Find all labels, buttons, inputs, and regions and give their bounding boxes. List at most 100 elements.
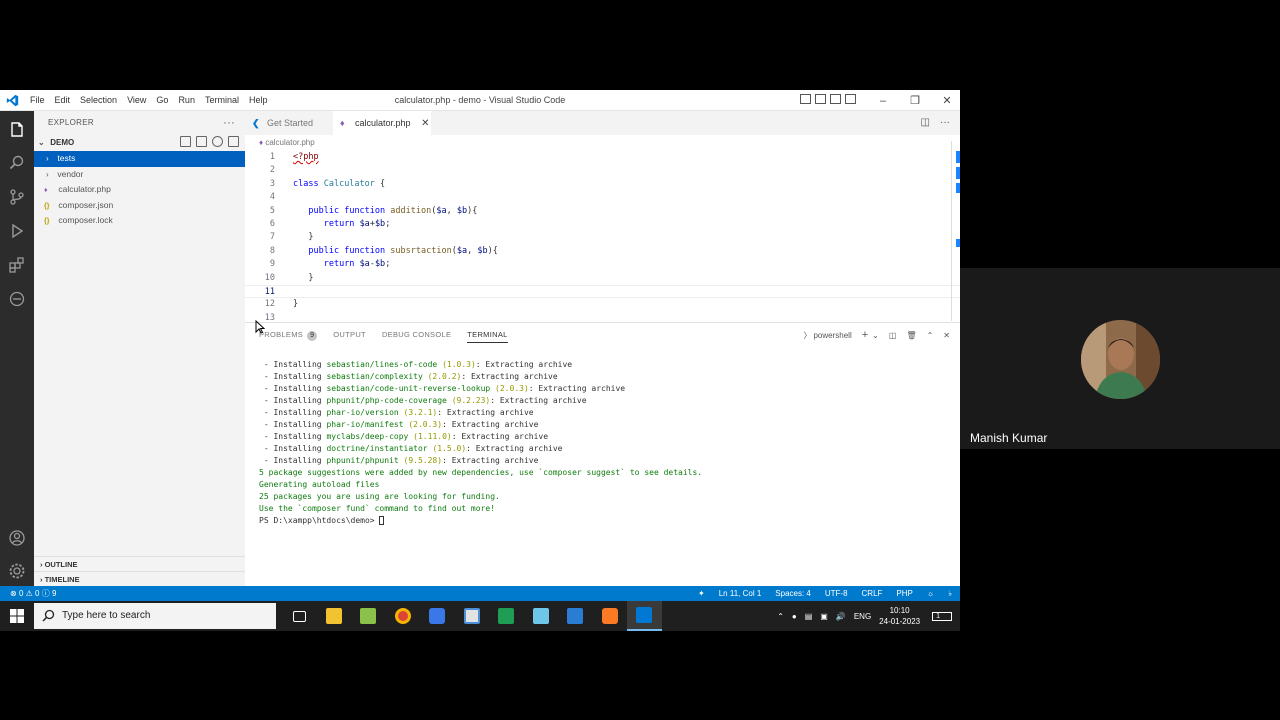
windows-taskbar: Type here to search ⌃ ● ▤ ▣ 🔊 ENG 10:10 …	[0, 601, 960, 631]
encoding[interactable]: UTF-8	[825, 586, 848, 601]
tree-item-tests[interactable]: › tests	[34, 151, 245, 167]
system-tray: ⌃ ● ▤ ▣ 🔊 ENG 10:10 24-01-2023 1	[777, 601, 960, 631]
notifications-bell-icon[interactable]: ♭	[948, 586, 952, 601]
line-number: 1	[269, 152, 275, 162]
language-indicator[interactable]: ENG	[854, 612, 871, 621]
breadcrumb[interactable]: ♦ calculator.php	[259, 138, 315, 147]
line-number: 5	[269, 205, 275, 216]
tab-get-started[interactable]: ❮ Get Started	[245, 111, 333, 135]
split-editor-icon[interactable]: ◫	[921, 117, 930, 128]
line-number: 10	[264, 272, 275, 283]
code-editor[interactable]: 1 <?php 2 3 class Calculator { 4 5 public …	[245, 151, 960, 325]
git-branch-icon[interactable]: ✦	[698, 586, 705, 601]
new-terminal-icon[interactable]: +	[862, 329, 868, 341]
problems-status[interactable]: ⊗ 0 ⚠ 0 ⓘ 9	[10, 586, 56, 601]
trash-icon[interactable]: 🗑	[906, 331, 916, 340]
tree-item-vendor[interactable]: › vendor	[34, 167, 245, 183]
close-tab-icon[interactable]: ✕	[421, 118, 429, 129]
split-terminal-icon[interactable]: ◫	[889, 331, 897, 340]
app-cube-icon[interactable]	[455, 601, 490, 631]
more-actions-icon[interactable]: ···	[940, 117, 950, 128]
feedback-icon[interactable]: ☼	[927, 586, 934, 601]
chrome-icon[interactable]	[386, 601, 421, 631]
menu-terminal[interactable]: Terminal	[205, 90, 245, 111]
participant-tile: Manish Kumar	[960, 268, 1280, 449]
remote-explorer-icon[interactable]	[7, 289, 27, 309]
microphone-icon[interactable]: ●	[792, 612, 797, 621]
collapse-all-icon[interactable]	[228, 136, 239, 147]
menu-selection[interactable]: Selection	[80, 90, 123, 111]
toggle-primary-sidebar-icon[interactable]	[800, 94, 811, 104]
toggle-panel-icon[interactable]	[815, 94, 826, 104]
editor-area: ❮ Get Started ♦ calculator.php ✕ ◫ ··· ♦…	[245, 111, 960, 325]
maximize-panel-icon[interactable]: ⌃	[927, 331, 934, 340]
clock[interactable]: 10:10 24-01-2023	[879, 605, 920, 627]
tab-terminal[interactable]: TERMINAL	[467, 327, 508, 343]
file-explorer-icon[interactable]	[317, 601, 352, 631]
shell-name[interactable]: powershell	[813, 331, 851, 340]
outline-section[interactable]: › OUTLINE	[34, 556, 245, 571]
close-panel-icon[interactable]: ✕	[943, 331, 950, 340]
minimize-icon[interactable]: –	[878, 95, 888, 107]
tray-app-icon[interactable]: ▤	[805, 612, 813, 621]
tree-item-composer-json[interactable]: {} composer.json	[34, 198, 245, 214]
menu-view[interactable]: View	[127, 90, 152, 111]
volume-icon[interactable]: 🔊	[836, 612, 846, 621]
source-control-icon[interactable]	[7, 187, 27, 207]
tab-label: DEBUG CONSOLE	[381, 330, 452, 339]
customize-layout-icon[interactable]	[845, 94, 856, 104]
terminal-line: - Installing phpunit/phpunit (9.5.28): E…	[263, 456, 539, 465]
menu-go[interactable]: Go	[156, 90, 174, 111]
run-debug-icon[interactable]	[7, 221, 27, 241]
windows-start-icon[interactable]	[10, 609, 24, 623]
indentation[interactable]: Spaces: 4	[775, 586, 811, 601]
terminal-panel: PROBLEMS 9 OUTPUT DEBUG CONSOLE TERMINAL …	[245, 322, 960, 586]
notification-center-icon[interactable]: 1	[932, 611, 952, 621]
search-icon[interactable]	[7, 153, 27, 173]
menu-edit[interactable]: Edit	[55, 90, 77, 111]
network-icon[interactable]: ▣	[820, 612, 828, 621]
accounts-icon[interactable]	[7, 528, 27, 548]
menu-run[interactable]: Run	[178, 90, 201, 111]
notepad-icon[interactable]	[524, 601, 559, 631]
menu-file[interactable]: File	[30, 90, 51, 111]
tab-calculator-php[interactable]: ♦ calculator.php ✕	[333, 111, 431, 135]
notepad-plus-icon[interactable]	[351, 601, 386, 631]
line-ending[interactable]: CRLF	[862, 586, 883, 601]
vscode-taskbar-icon[interactable]	[627, 601, 662, 631]
mouse-cursor-icon	[255, 320, 265, 334]
timeline-section[interactable]: › TIMELINE	[34, 571, 245, 586]
tree-item-calculator-php[interactable]: ♦ calculator.php	[34, 182, 245, 198]
refresh-icon[interactable]	[212, 136, 223, 147]
new-folder-icon[interactable]	[196, 136, 207, 147]
tree-item-composer-lock[interactable]: {} composer.lock	[34, 213, 245, 229]
word-icon[interactable]	[558, 601, 593, 631]
restore-icon[interactable]: ❐	[910, 94, 920, 107]
chevron-up-icon[interactable]: ⌃	[777, 612, 784, 621]
xampp-icon[interactable]	[593, 601, 628, 631]
new-file-icon[interactable]	[180, 136, 191, 147]
toggle-secondary-sidebar-icon[interactable]	[830, 94, 841, 104]
app-blue-arrow-icon[interactable]	[420, 601, 455, 631]
vscode-logo-icon: ❮	[252, 118, 260, 128]
workspace-folder[interactable]: ⌄ DEMO	[34, 133, 245, 151]
menu-help[interactable]: Help	[249, 90, 274, 111]
close-window-icon[interactable]: ✕	[942, 94, 952, 107]
editor-scrollbar[interactable]	[951, 141, 952, 321]
terminal-prompt[interactable]: PS D:\xampp\htdocs\demo>	[259, 515, 702, 527]
chevron-down-icon[interactable]: ⌄	[872, 331, 879, 340]
taskbar-search-input[interactable]: Type here to search	[34, 603, 276, 629]
tab-output[interactable]: OUTPUT	[333, 327, 366, 343]
explorer-icon[interactable]	[7, 120, 27, 140]
settings-gear-icon[interactable]	[7, 561, 27, 581]
extensions-icon[interactable]	[7, 255, 27, 275]
cursor-position[interactable]: Ln 11, Col 1	[719, 586, 762, 601]
more-actions-icon[interactable]: ···	[223, 111, 235, 135]
line-number: 11	[264, 286, 275, 297]
task-view-icon[interactable]	[282, 601, 317, 631]
excel-icon[interactable]	[489, 601, 524, 631]
tab-problems[interactable]: PROBLEMS 9	[259, 327, 318, 343]
terminal-output[interactable]: - Installing sebastian/lines-of-code (1.…	[259, 359, 702, 527]
tab-debug-console[interactable]: DEBUG CONSOLE	[382, 327, 451, 343]
language-mode[interactable]: PHP	[896, 586, 912, 601]
